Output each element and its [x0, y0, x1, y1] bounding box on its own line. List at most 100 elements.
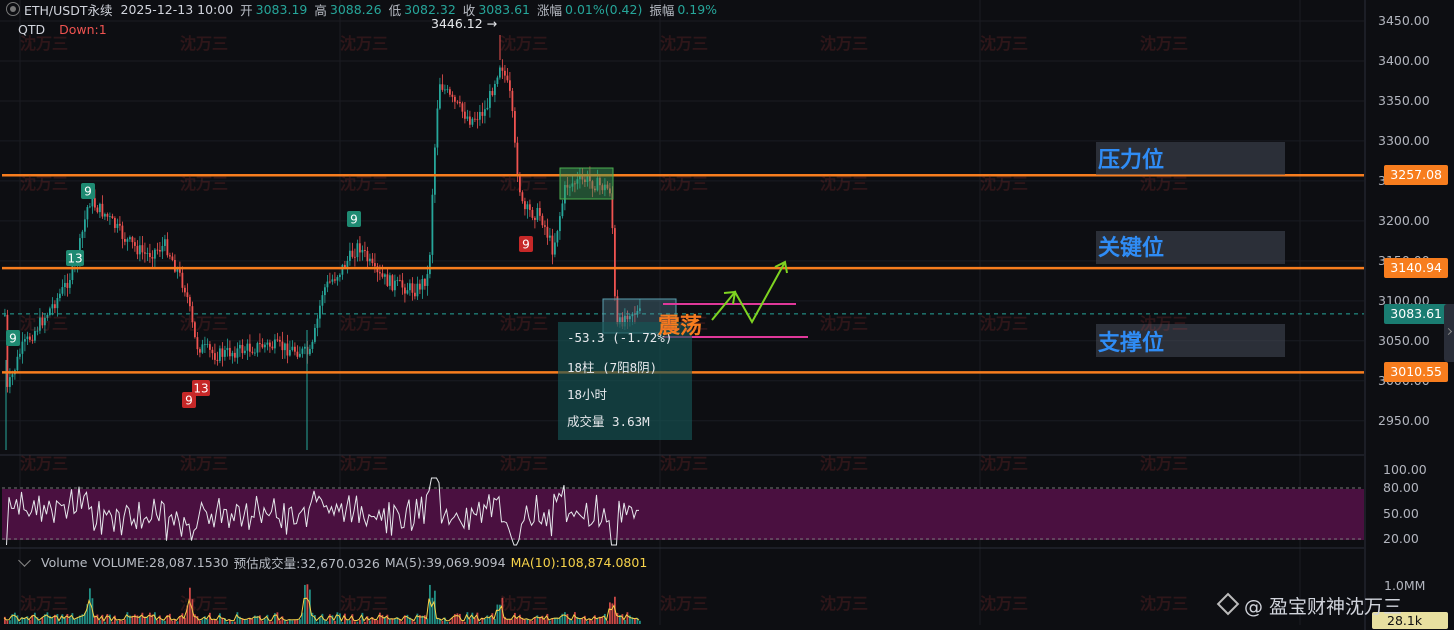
volume-bar — [574, 612, 576, 624]
candle-body — [129, 237, 131, 240]
candle-body — [476, 119, 479, 121]
candle-body — [454, 96, 456, 102]
candle-body — [26, 336, 29, 340]
candle-body — [504, 70, 506, 76]
td-down-count: Down:1 — [59, 22, 107, 37]
candle-body — [176, 269, 179, 272]
candle-body — [429, 254, 431, 275]
volume-bar — [324, 620, 326, 624]
rsi-tick-label: 50.00 — [1383, 506, 1419, 521]
candle-body — [446, 89, 449, 91]
volume-bar — [294, 620, 296, 624]
collapse-panel-tab[interactable] — [1444, 304, 1454, 362]
candle-body — [311, 341, 314, 349]
chart-canvas[interactable]: 3446.12 → 3450.00 3400.00 3350.00 3300.00 32… — [0, 0, 1454, 630]
candle-body — [234, 352, 236, 358]
candle-body — [256, 343, 259, 353]
volume-legend[interactable]: Volume VOLUME:28,087.1530 预估成交量:32,670.0… — [18, 553, 652, 572]
volume-bar — [201, 619, 204, 624]
rsi-band — [2, 489, 1364, 540]
volume-bar — [284, 620, 286, 624]
candle-body — [349, 250, 351, 261]
candle-body — [171, 256, 174, 261]
volume-bar — [336, 612, 339, 624]
candle-body — [401, 280, 404, 288]
candle-body — [116, 223, 119, 228]
candle-body — [236, 348, 239, 358]
candle-body — [541, 215, 544, 226]
candle-body — [99, 203, 101, 213]
volume-bar — [479, 621, 481, 624]
volume-bar — [376, 620, 379, 624]
volume-bar — [564, 612, 566, 624]
volume-bar — [441, 620, 444, 624]
volume-bar — [111, 621, 114, 624]
candle-body — [136, 245, 139, 255]
candle-body — [286, 343, 289, 356]
candle-body — [9, 377, 11, 387]
volume-bar — [359, 619, 361, 624]
key-label: 关键位 — [1098, 236, 1165, 261]
candle-body — [546, 226, 549, 238]
volume-bar — [484, 618, 486, 624]
candle-body — [394, 280, 396, 291]
candle-body — [29, 336, 31, 340]
rsi-tick-label: 80.00 — [1383, 480, 1419, 495]
estimated-volume: 预估成交量:32,670.0326 — [233, 556, 380, 571]
rsi-tick-label: 20.00 — [1383, 531, 1419, 546]
td-indicator-legend[interactable]: QTD Down:1 — [18, 22, 107, 37]
candle-body — [89, 206, 91, 208]
volume-bar — [524, 619, 526, 624]
high-value: 3088.26 — [329, 1, 382, 17]
td-count-label: 9 — [350, 213, 358, 227]
eye-icon[interactable] — [6, 2, 20, 16]
candle-body — [464, 111, 466, 119]
volume-bar — [279, 620, 281, 624]
candle-body — [431, 194, 434, 255]
candle-body — [296, 351, 299, 357]
candle-body — [304, 346, 306, 349]
volume-bar — [511, 619, 514, 624]
candle-body — [219, 348, 221, 361]
volume-bar — [121, 620, 124, 624]
candle-body — [404, 287, 406, 294]
volume-bar — [559, 618, 561, 624]
symbol-header: ETH/USDT永续 2025-12-13 10:00 开 3083.19 高 30… — [6, 0, 717, 18]
chevron-down-icon[interactable] — [18, 554, 31, 567]
author-credit: @ 盈宝财神沈万三 — [1216, 592, 1402, 619]
candle-body — [361, 249, 364, 253]
volume-bar — [19, 621, 21, 624]
candle-body — [51, 304, 54, 309]
candle-body — [179, 269, 181, 273]
candle-body — [536, 207, 539, 220]
volume-bar — [46, 612, 49, 624]
volume-bar — [356, 621, 359, 624]
price-tick-label: 3050.00 — [1378, 333, 1430, 348]
candle-body — [251, 351, 254, 353]
candle-body — [511, 90, 514, 112]
volume-bar — [39, 620, 41, 624]
candle-body — [526, 204, 529, 210]
candle-body — [316, 318, 319, 328]
candle-body — [244, 350, 246, 354]
candle-body — [269, 342, 271, 347]
volume-bar — [106, 614, 109, 624]
symbol-name[interactable]: ETH/USDT永续 — [24, 0, 113, 19]
volume-bar — [126, 612, 129, 624]
candle-body — [314, 327, 316, 342]
candle-body — [86, 207, 89, 220]
annotations: 3446.12 → — [431, 16, 808, 338]
candle-body — [46, 314, 49, 318]
candle-body — [139, 245, 141, 255]
candle-body — [61, 287, 64, 294]
candle-body — [514, 111, 516, 143]
candle-body — [239, 344, 241, 349]
td-indicator-name: QTD — [18, 22, 46, 37]
candle-body — [159, 250, 161, 252]
candle-body — [271, 346, 274, 349]
candle-body — [396, 280, 399, 281]
candle-body — [359, 243, 361, 253]
volume-bar — [446, 621, 449, 624]
candle-body — [189, 297, 191, 307]
candle-body — [194, 322, 196, 338]
